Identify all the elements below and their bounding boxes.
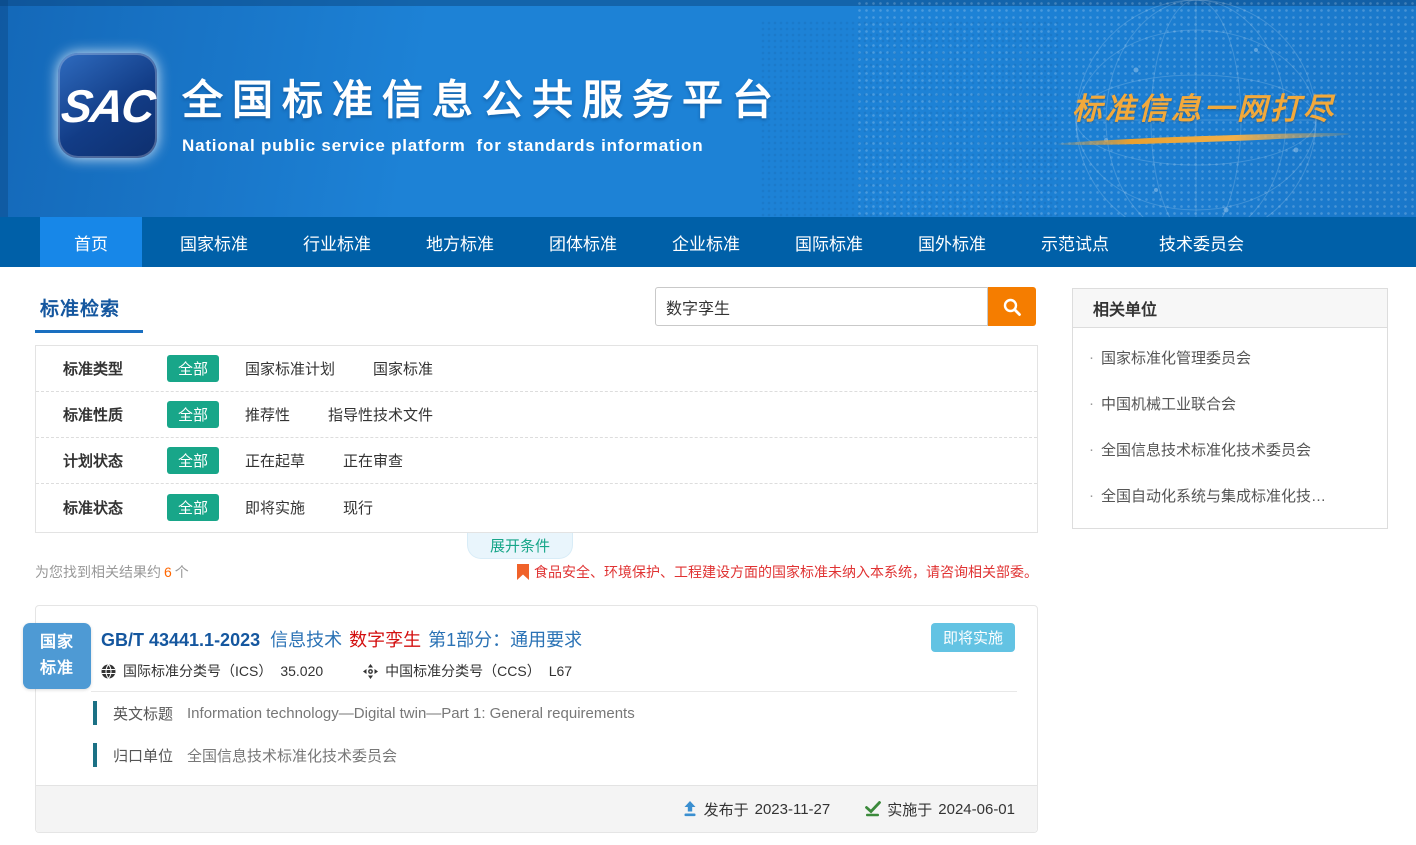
globe-icon <box>101 664 116 679</box>
related-units-list: ·国家标准化管理委员会 ·中国机械工业联合会 ·全国信息技术标准化技术委员会 ·… <box>1073 328 1387 528</box>
filter-label: 标准状态 <box>63 497 135 518</box>
row-label: 归口单位 <box>113 745 173 766</box>
bookmark-icon <box>517 564 529 580</box>
filter-row-standard-nature: 标准性质 全部 推荐性 指导性技术文件 <box>36 392 1037 438</box>
implemented-label: 实施于 <box>887 799 932 820</box>
worldmap-dots-decoration-dark <box>760 20 1060 217</box>
result-count-number: 6 <box>161 564 175 580</box>
filter-row-standard-status: 标准状态 全部 即将实施 现行 <box>36 484 1037 530</box>
classification-meta-row: 国际标准分类号（ICS） 35.020 中国标准分类号（CCS） L67 <box>101 661 572 681</box>
standard-code: GB/T 43441.1-2023 <box>101 630 260 650</box>
nav-tab-group-standards[interactable]: 团体标准 <box>532 217 634 267</box>
sac-logo[interactable]: SAC <box>58 53 157 158</box>
filter-option[interactable]: 现行 <box>343 497 373 518</box>
result-count: 为您找到相关结果约6个 <box>35 562 189 582</box>
platform-title-cn: 全国标准信息公共服务平台 <box>182 66 782 126</box>
published-label: 发布于 <box>704 799 749 820</box>
notice-text: 食品安全、环境保护、工程建设方面的国家标准未纳入本系统，请咨询相关部委。 <box>534 562 1038 582</box>
implemented-date-item: 实施于 2024-06-01 <box>864 799 1015 820</box>
english-title-row: 英文标题 Information technology—Digital twin… <box>93 701 635 725</box>
filter-selected-all[interactable]: 全部 <box>167 447 219 474</box>
section-title-standard-search: 标准检索 <box>40 294 120 321</box>
standard-title-part1: 信息技术 <box>270 630 342 650</box>
card-divider <box>91 691 1017 692</box>
row-value: Information technology—Digital twin—Part… <box>187 705 635 722</box>
header-banner: SAC 全国标准信息公共服务平台 National public service… <box>0 0 1416 217</box>
nav-tab-local-standards[interactable]: 地方标准 <box>409 217 511 267</box>
upload-arrow-icon <box>682 801 698 817</box>
nav-tab-enterprise-standards[interactable]: 企业标准 <box>655 217 757 267</box>
ics-value: 35.020 <box>280 663 323 679</box>
sidebar-item-sac[interactable]: ·国家标准化管理委员会 <box>1073 334 1387 380</box>
row-label: 英文标题 <box>113 703 173 724</box>
filter-option[interactable]: 推荐性 <box>245 404 290 425</box>
search-input[interactable] <box>655 287 988 326</box>
related-units-title: 相关单位 <box>1073 289 1387 328</box>
search-button[interactable] <box>988 287 1036 326</box>
card-footer: 发布于 2023-11-27 实施于 2024-06-01 <box>36 785 1037 832</box>
sidebar-item-automation-systems-committee[interactable]: ·全国自动化系统与集成标准化技… <box>1073 472 1387 518</box>
nav-tab-industry-standards[interactable]: 行业标准 <box>286 217 388 267</box>
filter-option[interactable]: 指导性技术文件 <box>328 404 433 425</box>
result-meta-line: 为您找到相关结果约6个 食品安全、环境保护、工程建设方面的国家标准未纳入本系统，… <box>35 562 1038 582</box>
ccs-value: L67 <box>549 663 572 679</box>
filter-option[interactable]: 即将实施 <box>245 497 305 518</box>
main-nav: 首页 国家标准 行业标准 地方标准 团体标准 企业标准 国际标准 国外标准 示范… <box>0 217 1416 267</box>
filter-selected-all[interactable]: 全部 <box>167 494 219 521</box>
published-date: 2023-11-27 <box>755 801 831 818</box>
standard-result-card: 国家标准 GB/T 43441.1-2023信息技术数字孪生第1部分：通用要求 … <box>35 605 1038 833</box>
filter-option[interactable]: 国家标准计划 <box>245 358 335 379</box>
filter-row-plan-status: 计划状态 全部 正在起草 正在审查 <box>36 438 1037 484</box>
nav-tab-national-standards[interactable]: 国家标准 <box>163 217 265 267</box>
filter-option[interactable]: 国家标准 <box>373 358 433 379</box>
filter-selected-all[interactable]: 全部 <box>167 355 219 382</box>
page: SAC 全国标准信息公共服务平台 National public service… <box>0 0 1416 845</box>
slogan: 标准信息一网打尽 <box>1054 84 1354 142</box>
filter-option[interactable]: 正在起草 <box>245 450 305 471</box>
standard-title-part2: 第1部分：通用要求 <box>428 630 582 650</box>
platform-titles: 全国标准信息公共服务平台 National public service pla… <box>182 66 782 156</box>
nav-tab-international-standards[interactable]: 国际标准 <box>778 217 880 267</box>
system-notice: 食品安全、环境保护、工程建设方面的国家标准未纳入本系统，请咨询相关部委。 <box>517 562 1038 582</box>
nav-tab-foreign-standards[interactable]: 国外标准 <box>901 217 1003 267</box>
ccs-label: 中国标准分类号（CCS） <box>385 661 541 681</box>
committee-row: 归口单位 全国信息技术标准化技术委员会 <box>93 743 397 767</box>
platform-title-en: National public service platform for sta… <box>182 136 782 156</box>
standard-title-highlight: 数字孪生 <box>349 630 421 650</box>
published-date-item: 发布于 2023-11-27 <box>682 799 831 820</box>
sidebar-item-it-standardization-committee[interactable]: ·全国信息技术标准化技术委员会 <box>1073 426 1387 472</box>
expand-conditions-button[interactable]: 展开条件 <box>467 533 573 559</box>
standard-title-link[interactable]: GB/T 43441.1-2023 信息技术数字孪生第1部分：通用要求 <box>101 626 589 652</box>
row-value: 全国信息技术标准化技术委员会 <box>187 745 397 766</box>
nav-tab-technical-committee[interactable]: 技术委员会 <box>1147 217 1256 267</box>
row-accent-bar <box>93 743 97 767</box>
section-title-underline <box>35 330 143 333</box>
filter-label: 计划状态 <box>63 450 135 471</box>
filter-option[interactable]: 正在审查 <box>343 450 403 471</box>
nav-tab-home[interactable]: 首页 <box>40 217 142 267</box>
filter-row-standard-type: 标准类型 全部 国家标准计划 国家标准 <box>36 346 1037 392</box>
ics-label: 国际标准分类号（ICS） <box>123 661 272 681</box>
filter-label: 标准性质 <box>63 404 135 425</box>
filter-panel: 标准类型 全部 国家标准计划 国家标准 标准性质 全部 推荐性 指导性技术文件 … <box>35 345 1038 533</box>
status-badge: 即将实施 <box>931 623 1015 652</box>
row-accent-bar <box>93 701 97 725</box>
sidebar-item-machinery-federation[interactable]: ·中国机械工业联合会 <box>1073 380 1387 426</box>
filter-selected-all[interactable]: 全部 <box>167 401 219 428</box>
search-icon <box>1002 297 1022 317</box>
filter-label: 标准类型 <box>63 358 135 379</box>
sac-logo-text: SAC <box>58 79 157 133</box>
implemented-date: 2024-06-01 <box>938 801 1015 818</box>
check-mark-icon <box>864 801 881 817</box>
slogan-text: 标准信息一网打尽 <box>1054 84 1354 128</box>
national-standard-type-badge: 国家标准 <box>23 623 91 689</box>
related-units-panel: 相关单位 ·国家标准化管理委员会 ·中国机械工业联合会 ·全国信息技术标准化技术… <box>1072 288 1388 529</box>
nav-tab-pilot-demo[interactable]: 示范试点 <box>1024 217 1126 267</box>
compass-cross-icon <box>363 664 378 679</box>
